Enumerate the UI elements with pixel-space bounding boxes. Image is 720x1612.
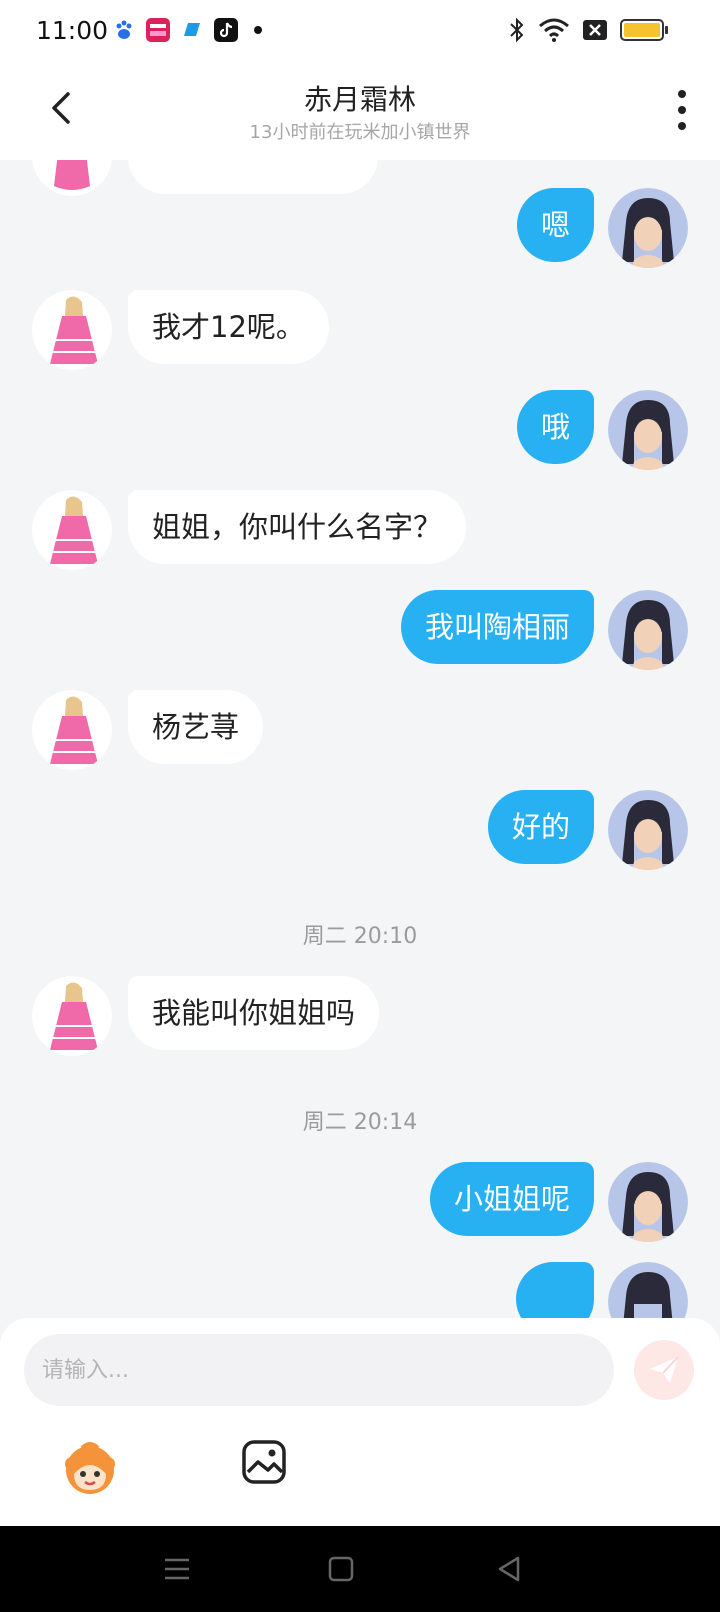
more-dot-icon: [678, 106, 686, 114]
home-button[interactable]: [326, 1554, 356, 1584]
my-avatar[interactable]: [608, 1162, 688, 1242]
mascot-sticker-button[interactable]: [60, 1438, 120, 1498]
system-icons: [508, 17, 668, 43]
menu-icon: [165, 1558, 189, 1580]
outgoing-message-bubble[interactable]: 嗯: [516, 188, 594, 262]
my-avatar[interactable]: [608, 790, 688, 870]
wifi-icon: [539, 18, 569, 42]
notification-icons: [112, 18, 262, 42]
contact-avatar[interactable]: [32, 490, 112, 570]
outgoing-message-bubble[interactable]: 小姐姐呢: [429, 1162, 594, 1236]
my-avatar[interactable]: [608, 590, 688, 670]
more-dot-icon: [678, 122, 686, 130]
status-bar: 11:00: [0, 0, 720, 62]
my-avatar[interactable]: [608, 188, 688, 268]
composer-panel: [0, 1318, 720, 1526]
message-input[interactable]: [24, 1334, 614, 1406]
back-nav-button[interactable]: [494, 1554, 524, 1584]
my-avatar[interactable]: [608, 1262, 688, 1320]
chat-header: 赤月霜林 13小时前在玩米加小镇世界: [0, 62, 720, 160]
outgoing-message-bubble[interactable]: 我叫陶相丽: [400, 590, 594, 664]
system-navigation-bar: [0, 1526, 720, 1612]
message-list[interactable]: 嗯 我才12呢。 哦 姐姐，你叫什么名字？ 我叫陶相丽 杨艺荨 好的 周二 20…: [0, 160, 720, 1320]
blue-app-icon: [180, 18, 204, 42]
incoming-message-bubble[interactable]: 姐姐，你叫什么名字？: [128, 490, 467, 564]
incoming-message-bubble[interactable]: 杨艺荨: [128, 690, 264, 764]
outgoing-message-bubble[interactable]: [516, 1262, 594, 1320]
incoming-message-bubble[interactable]: 我能叫你姐姐吗: [128, 976, 380, 1050]
no-sim-icon: [583, 20, 607, 40]
tiktok-icon: [214, 18, 238, 42]
tv-app-icon: [146, 18, 170, 42]
mascot-icon: [65, 1442, 115, 1494]
status-time: 11:00: [36, 16, 109, 45]
contact-avatar[interactable]: [32, 290, 112, 370]
incoming-message-bubble[interactable]: 我才12呢。: [128, 290, 329, 364]
my-avatar[interactable]: [608, 390, 688, 470]
last-active-status: 13小时前在玩米加小镇世界: [249, 122, 471, 143]
bluetooth-icon: [510, 17, 524, 43]
battery-icon: [620, 19, 668, 41]
square-icon: [328, 1556, 354, 1582]
contact-name: 赤月霜林: [303, 83, 416, 116]
message-timestamp: 周二 20:14: [302, 1110, 418, 1135]
outgoing-message-bubble[interactable]: 哦: [516, 390, 594, 464]
baidu-icon: [112, 18, 136, 42]
recents-button[interactable]: [162, 1554, 192, 1584]
more-options-button[interactable]: [672, 90, 692, 130]
triangle-back-icon: [498, 1556, 520, 1582]
incoming-message-bubble[interactable]: [128, 160, 378, 194]
contact-avatar[interactable]: [32, 160, 112, 196]
image-picker-button[interactable]: [240, 1438, 300, 1498]
more-dot-icon: [678, 90, 686, 98]
contact-avatar[interactable]: [32, 690, 112, 770]
more-notifications-dot: [254, 26, 262, 34]
message-timestamp: 周二 20:10: [302, 924, 418, 949]
send-button[interactable]: [634, 1340, 694, 1400]
contact-avatar[interactable]: [32, 976, 112, 1056]
outgoing-message-bubble[interactable]: 好的: [487, 790, 594, 864]
paper-plane-icon: [650, 1356, 679, 1383]
image-icon: [242, 1440, 286, 1484]
